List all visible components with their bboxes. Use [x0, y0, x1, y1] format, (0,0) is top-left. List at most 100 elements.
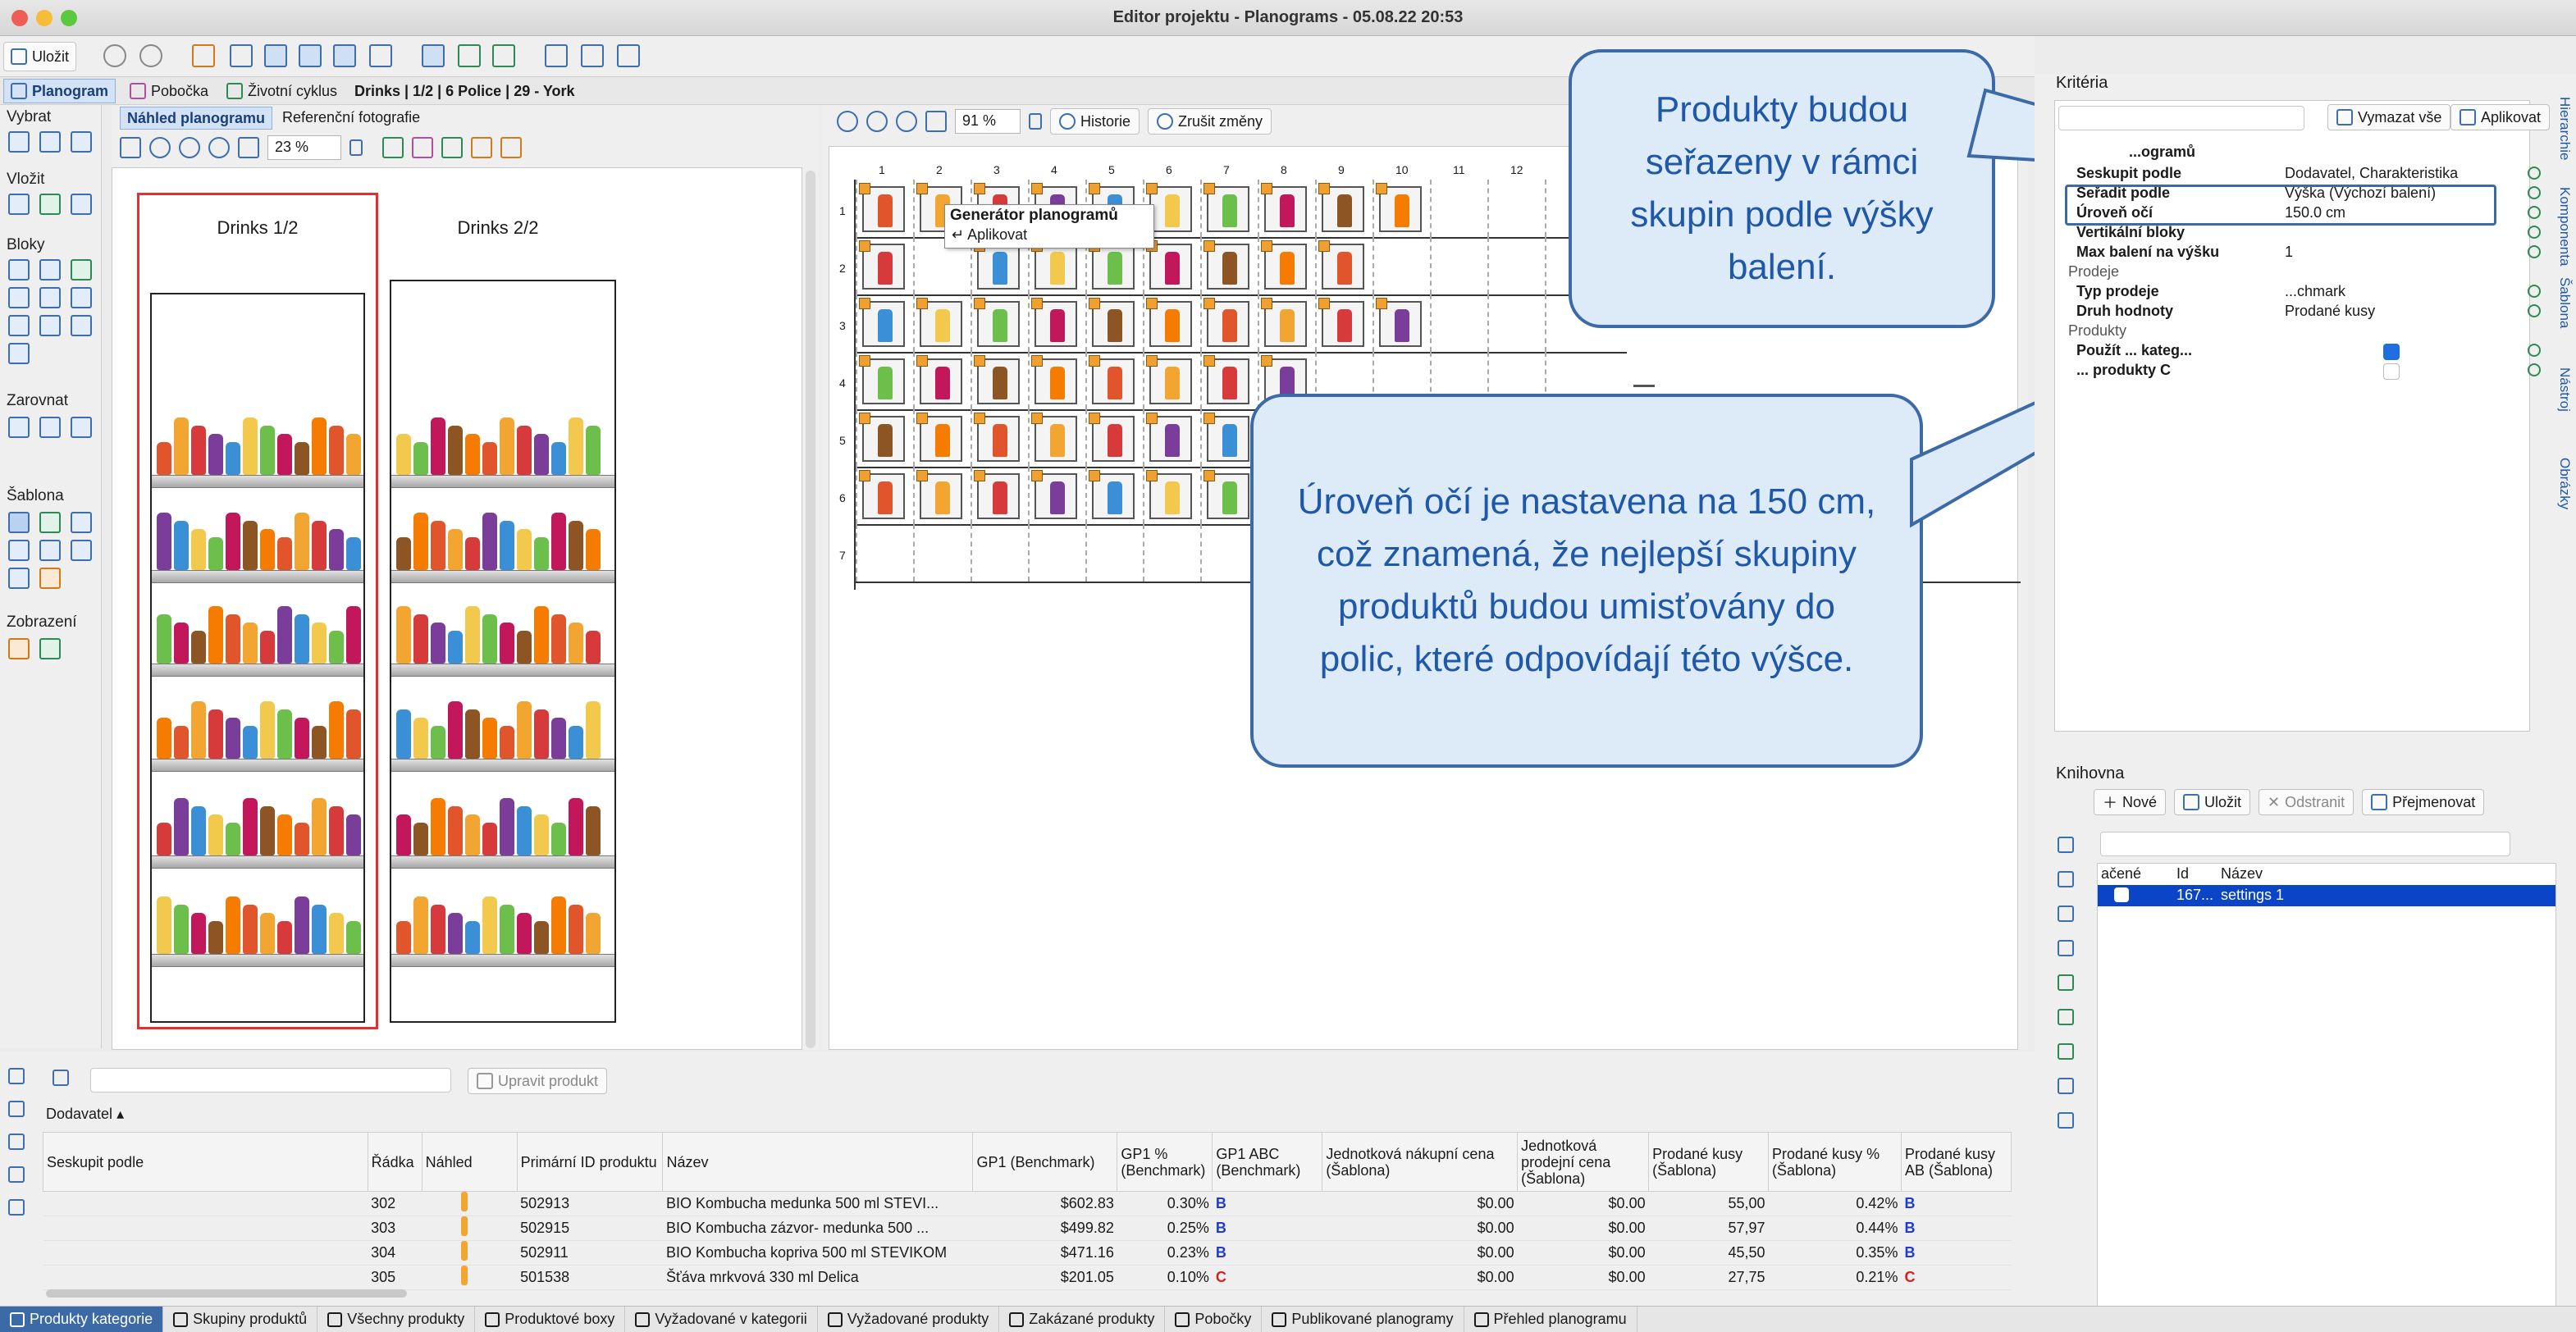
xo-icon[interactable] [2058, 974, 2074, 991]
help-icon[interactable] [2058, 905, 2074, 922]
library-col-name[interactable]: Název [2221, 865, 2263, 883]
criteria-value[interactable]: Prodané kusy [2285, 303, 2552, 322]
criteria-row[interactable]: Použít ... kateg... [2076, 342, 2552, 362]
chart-icon[interactable] [2058, 1112, 2074, 1129]
clear-all-button[interactable]: Vymazat vše [2327, 104, 2451, 130]
reset-icon[interactable] [2528, 363, 2541, 376]
library-col-checked[interactable]: ačené [2101, 865, 2141, 883]
library-rename-label: Přejmenovat [2392, 793, 2476, 810]
criteria-row[interactable]: Typ prodeje ...chmark [2076, 283, 2552, 303]
bottom-tab[interactable]: Produktové boxy [475, 1307, 626, 1332]
column-header[interactable]: GP1 ABC (Benchmark) [1212, 1132, 1323, 1192]
bottom-tab[interactable]: Skupiny produktů [163, 1307, 318, 1332]
products-horizontal-scrollbar[interactable] [46, 1289, 407, 1298]
table-row[interactable]: 304 502911 BIO Kombucha kopriva 500 ml STE… [43, 1240, 2012, 1266]
column-header[interactable]: Prodané kusy (Šablona) [1648, 1132, 1770, 1192]
checklist-icon[interactable] [8, 1068, 25, 1084]
criteria-value[interactable] [2285, 342, 2552, 362]
criteria-apply-button[interactable]: Aplikovat [2450, 104, 2551, 130]
column-header[interactable]: Primární ID produktu [516, 1132, 664, 1192]
column-header[interactable]: Prodané kusy % (Šablona) [1768, 1132, 1902, 1192]
column-header[interactable]: GP1 % (Benchmark) [1117, 1132, 1213, 1192]
bottom-tab[interactable]: Zakázané produkty [999, 1307, 1166, 1332]
criteria-value[interactable]: 1 [2285, 244, 2552, 263]
criteria-value[interactable]: Dodavatel, Charakteristika [2285, 165, 2552, 185]
criteria-value[interactable]: ...chmark [2285, 283, 2552, 303]
column-header[interactable]: Náhled [421, 1132, 518, 1192]
bottom-tab[interactable]: Vyžadované produkty [818, 1307, 1000, 1332]
bottom-tab[interactable]: Publikované planogramy [1262, 1307, 1464, 1332]
library-save-label: Uložit [2204, 793, 2242, 810]
column-header[interactable]: GP1 (Benchmark) [972, 1132, 1118, 1192]
import-icon[interactable] [2058, 940, 2074, 956]
library-search-input[interactable] [2100, 832, 2510, 856]
library-col-id[interactable]: Id [2176, 865, 2189, 883]
bottom-tab[interactable]: Produkty kategorie [0, 1307, 164, 1332]
criteria-value[interactable] [2285, 224, 2552, 244]
column-header[interactable]: Řádka [367, 1132, 422, 1192]
tab-icon [327, 1311, 343, 1327]
library-save-button[interactable]: Uložit [2174, 789, 2251, 815]
edit-product-button[interactable]: Upravit produkt [468, 1068, 608, 1094]
criteria-row[interactable]: ... produkty C [2076, 362, 2552, 381]
group-filter-chip[interactable]: Dodavatel ▴ [46, 1106, 124, 1123]
reset-icon[interactable] [2528, 285, 2541, 298]
criteria-row[interactable]: Seskupit podle Dodavatel, Charakteristika [2076, 165, 2552, 185]
library-row-checkbox[interactable] [2114, 887, 2129, 902]
cell-gp1-abc: B [1212, 1191, 1322, 1216]
criteria-title: Kritéria [2056, 74, 2108, 92]
criteria-search-input[interactable] [2058, 106, 2304, 130]
vertical-tab[interactable]: Hierarchie [2556, 97, 2573, 160]
reset-icon[interactable] [2528, 344, 2541, 357]
column-header[interactable]: Jednotková prodejní cena (Šablona) [1517, 1132, 1650, 1192]
table-settings-icon[interactable] [53, 1070, 69, 1086]
criteria-value[interactable] [2285, 362, 2552, 381]
library-row-selected[interactable]: 167... settings 1 [2098, 885, 2555, 906]
vertical-tab[interactable]: Obrázky [2556, 458, 2573, 509]
reset-icon[interactable] [2528, 206, 2541, 219]
vertical-tab[interactable]: Nástroj [2556, 367, 2573, 412]
criteria-checkbox[interactable] [2383, 344, 2400, 360]
library-toolbar: ＋ Nové Uložit ✕ Odstranit Přejmenovat [2061, 789, 2485, 815]
column-header[interactable]: Jednotková nákupní cena (Šablona) [1322, 1132, 1519, 1192]
reset-icon[interactable] [2528, 226, 2541, 239]
table-row[interactable]: 302 502913 BIO Kombucha medunka 500 ml STE… [43, 1191, 2012, 1216]
column-header[interactable]: Prodané kusy AB (Šablona) [1900, 1132, 2012, 1192]
cell-gp1-pct: 0.10% [1117, 1265, 1213, 1290]
library-new-button[interactable]: ＋ Nové [2094, 789, 2167, 815]
table-row[interactable]: 305 501538 Šťáva mrkvová 330 ml Delica $201… [43, 1265, 2012, 1290]
table-row[interactable]: 303 502915 BIO Kombucha zázvor- medunka 50… [43, 1216, 2012, 1241]
criteria-row[interactable]: Druh hodnoty Prodané kusy [2076, 303, 2552, 322]
bottom-tab[interactable]: Pobočky [1165, 1307, 1263, 1332]
library-remove-button[interactable]: ✕ Odstranit [2259, 789, 2354, 815]
reset-icon[interactable] [2528, 166, 2541, 180]
bottom-tab[interactable]: Všechny produkty [317, 1307, 476, 1332]
import-icon[interactable] [8, 1166, 25, 1183]
bottom-tab-label: Přehled planogramu [1493, 1311, 1627, 1327]
column-header[interactable]: Seskupit podle [43, 1132, 368, 1192]
copy-icon[interactable] [8, 1101, 25, 1117]
table-icon[interactable] [2058, 871, 2074, 887]
xo-export-icon[interactable] [2058, 1009, 2074, 1025]
reset-icon[interactable] [2528, 304, 2541, 317]
csv-icon[interactable] [2058, 1043, 2074, 1060]
highlight-frame [2065, 185, 2496, 226]
vertical-tab[interactable]: Komponenta [2556, 187, 2573, 266]
reset-icon[interactable] [2528, 245, 2541, 258]
bottom-tab[interactable]: Vyžadované v kategorii [625, 1307, 818, 1332]
settings-icon[interactable] [2058, 1078, 2074, 1094]
copy-icon[interactable] [2058, 837, 2074, 853]
export-icon[interactable] [8, 1199, 25, 1216]
duplicate-icon[interactable] [8, 1134, 25, 1150]
vertical-tab[interactable]: Šablona [2556, 277, 2573, 328]
criteria-row[interactable]: Vertikální bloky [2076, 224, 2552, 244]
criteria-row[interactable]: Max balení na výšku 1 [2076, 244, 2552, 263]
reset-icon[interactable] [2528, 186, 2541, 199]
bottom-tab[interactable]: Přehled planogramu [1464, 1307, 1637, 1332]
criteria-checkbox[interactable] [2383, 363, 2400, 380]
column-header[interactable]: Název [662, 1132, 974, 1192]
cell-preview [422, 1265, 518, 1290]
products-search-input[interactable] [90, 1068, 451, 1093]
library-rename-button[interactable]: Přejmenovat [2362, 789, 2485, 815]
cell-group [43, 1216, 368, 1241]
